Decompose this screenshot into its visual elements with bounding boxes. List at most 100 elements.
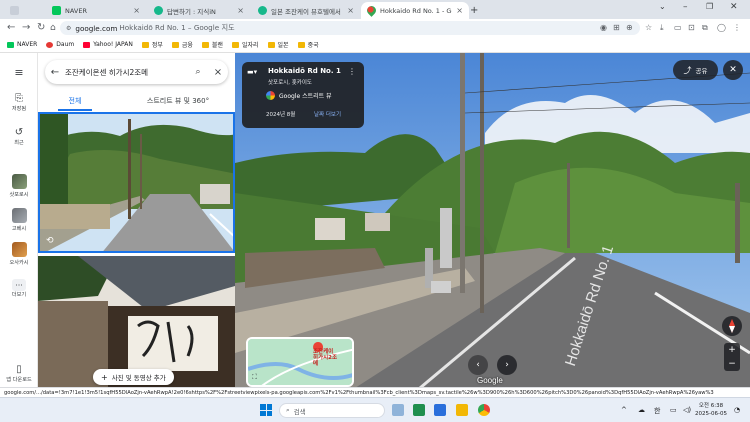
bookmark-yahoo-japan[interactable]: Yahoo! JAPAN	[83, 41, 133, 48]
taskbar-search[interactable]: ⌕ 검색	[279, 403, 385, 418]
extensions-icon[interactable]: ⧉	[702, 23, 708, 33]
recent-place-osaka[interactable]: 오사카시	[0, 242, 38, 266]
windows-start-icon[interactable]	[260, 404, 272, 416]
input-language[interactable]: 한	[654, 406, 660, 416]
widgets-icon[interactable]	[392, 404, 404, 416]
bookmark-label: Daum	[56, 41, 75, 48]
clock[interactable]: 오전 6:38 2025-06-05	[695, 402, 727, 418]
file-explorer-icon[interactable]	[456, 404, 468, 416]
bookmark-icon: ⎘	[15, 92, 23, 104]
translate-icon[interactable]: ⊞	[613, 23, 620, 32]
location-icon[interactable]: ◉	[600, 23, 607, 32]
bookmark-daum[interactable]: Daum	[46, 41, 74, 48]
clear-icon[interactable]: ×	[208, 67, 228, 78]
tab-google-maps[interactable]: Hokkaido Rd No. 1 - Google ×	[361, 2, 469, 19]
new-tab-button[interactable]: +	[470, 2, 484, 19]
share-button[interactable]: ⤴ 공유	[673, 60, 718, 80]
app-download-button[interactable]: ▯ 앱 다운로드	[0, 362, 38, 384]
tab-street-view-360[interactable]: 스트리트 뷰 및 360°	[138, 95, 218, 111]
back-icon[interactable]: ←	[7, 22, 15, 34]
zoom-in-button[interactable]: +	[724, 343, 740, 357]
restore-icon[interactable]: ❐	[706, 2, 713, 11]
search-icon[interactable]: ⌕	[188, 67, 208, 77]
tab-jisikin[interactable]: 답변하기 : 지식iN ×	[148, 2, 250, 19]
add-photo-video-button[interactable]: + 사진 및 동영상 추가	[93, 369, 174, 385]
close-street-view-button[interactable]: ✕	[723, 60, 743, 80]
close-tab-icon[interactable]: ×	[343, 6, 354, 15]
tab-hotel-question[interactable]: 일본 조잔케이 뷰호텔에서 조 ×	[252, 2, 360, 19]
tab-placeholder[interactable]	[4, 2, 44, 19]
street-view-thumbnail[interactable]: ⟲	[38, 112, 235, 253]
reload-icon[interactable]: ↻	[37, 22, 45, 34]
zoom-out-button[interactable]: −	[724, 357, 740, 371]
bookmarks-bar: NAVER Daum Yahoo! JAPAN 정부 금융 블랜 일자리 일본 …	[0, 37, 750, 53]
history-icon: ↺	[14, 126, 24, 138]
download-icon[interactable]: ⤓	[660, 23, 664, 33]
saved-button[interactable]: ⎘ 저장됨	[0, 91, 38, 113]
bookmark-star-icon[interactable]: ☆	[645, 23, 652, 32]
place-thumbnail	[11, 242, 27, 257]
menu-dots-icon[interactable]: ⋮	[733, 23, 741, 32]
recent-button[interactable]: ↺ 최근	[0, 125, 38, 147]
yahoo-icon	[83, 41, 91, 48]
bookmark-folder-finance[interactable]: 금융	[171, 40, 193, 49]
close-tab-icon[interactable]: ×	[233, 6, 244, 15]
close-window-icon[interactable]: ✕	[730, 2, 738, 12]
tab-naver[interactable]: NAVER ×	[46, 2, 146, 19]
more-options-icon[interactable]: ⋮	[348, 67, 356, 76]
bookmark-folder-china[interactable]: 중국	[297, 40, 319, 49]
screenshot-icon[interactable]: ⊡	[688, 23, 695, 32]
compass-button[interactable]	[722, 316, 742, 336]
site-info-icon[interactable]: ⚙	[66, 25, 71, 32]
hamburger-menu-button[interactable]: ≡	[0, 65, 38, 79]
clock-time: 오전 6:38	[698, 403, 724, 409]
street-view-info-card: ▬▾ Hokkaidō Rd No. 1 삿포로시, 홋카이도 ⋮ Google…	[242, 62, 364, 128]
location-title: Hokkaidō Rd No. 1	[268, 67, 341, 75]
bookmark-label: Yahoo! JAPAN	[93, 41, 133, 48]
mini-map[interactable]: 조잔케이 히가시2조 메 ⛶	[246, 337, 354, 387]
status-bar-url: google.com/.../data=!3m7!1e1!3m5!1sqfH55…	[0, 387, 750, 397]
home-icon[interactable]: ⌂	[50, 22, 56, 34]
cast-icon[interactable]: ▭	[674, 23, 682, 32]
bookmark-folder-jobs[interactable]: 일자리	[231, 40, 259, 49]
forward-icon[interactable]: →	[22, 22, 30, 34]
see-more-dates-link[interactable]: 날짜 더보기	[314, 110, 341, 118]
back-to-map-button[interactable]: ▬▾	[247, 68, 261, 78]
search-box[interactable]: ← 조잔케이온센 히가시2조메 ⌕ ×	[45, 60, 228, 84]
daum-icon	[46, 41, 54, 48]
zoom-icon[interactable]: ⊕	[626, 23, 633, 32]
search-input[interactable]: 조잔케이온센 히가시2조메	[65, 67, 188, 78]
close-tab-icon[interactable]: ×	[452, 6, 463, 15]
onedrive-icon[interactable]: ☁	[638, 406, 645, 414]
tab-all[interactable]: 전체	[58, 95, 92, 111]
url-title: Hokkaidō Rd No. 1 – Google 지도	[119, 23, 235, 32]
excel-icon[interactable]	[413, 404, 425, 416]
network-icon[interactable]: ▭	[670, 406, 677, 414]
chrome-icon[interactable]	[478, 404, 490, 416]
tab-search-icon[interactable]: ⌄	[659, 2, 666, 11]
profile-icon[interactable]: ◯	[717, 23, 726, 32]
next-arrow-button[interactable]: ›	[497, 355, 517, 375]
recent-place-sapporo[interactable]: 삿포로시	[0, 174, 38, 198]
bookmark-folder-japan[interactable]: 일본	[267, 40, 289, 49]
more-button[interactable]: ··· 더보기	[0, 279, 38, 298]
minimize-icon[interactable]: –	[683, 2, 688, 12]
notification-icon[interactable]: ◔	[734, 406, 740, 414]
bookmark-folder-government[interactable]: 정부	[141, 40, 163, 49]
bookmark-naver[interactable]: NAVER	[7, 41, 37, 48]
speaker-icon[interactable]: ◁)	[683, 406, 691, 414]
recent-place-kobe[interactable]: 고베시	[0, 208, 38, 232]
close-tab-icon[interactable]: ×	[129, 6, 140, 15]
expand-map-icon[interactable]: ⛶	[252, 373, 257, 382]
google-logo-icon	[266, 91, 275, 100]
tab-strip: NAVER × 답변하기 : 지식iN × 일본 조잔케이 뷰호텔에서 조 × …	[0, 0, 750, 19]
address-bar[interactable]: ⚙ google.com Hokkaidō Rd No. 1 – Google …	[60, 21, 640, 35]
back-arrow-icon[interactable]: ←	[45, 67, 65, 78]
bookmark-folder-blan[interactable]: 블랜	[201, 40, 223, 49]
place-thumbnail	[11, 208, 27, 223]
tray-chevron-icon[interactable]: ^	[621, 406, 627, 414]
previous-arrow-button[interactable]: ‹	[468, 355, 488, 375]
tab-title: 일본 조잔케이 뷰호텔에서 조	[271, 7, 344, 16]
word-icon[interactable]	[434, 404, 446, 416]
bookmark-label: NAVER	[17, 41, 38, 48]
